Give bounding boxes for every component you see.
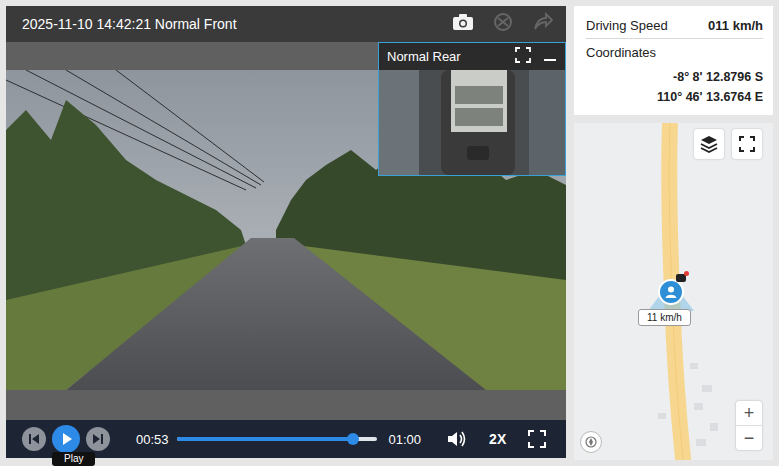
- play-button[interactable]: [52, 425, 80, 453]
- speed-label: Driving Speed: [586, 18, 668, 33]
- video-player: 2025-11-10 14:42:21 Normal Front Normal R…: [6, 6, 566, 460]
- minimize-icon[interactable]: [543, 47, 557, 66]
- latitude: -8° 8' 12.8796 S: [586, 67, 763, 87]
- rear-title: Normal Rear: [387, 49, 515, 64]
- camera-badge-icon: [676, 274, 686, 282]
- seek-thumb[interactable]: [347, 433, 359, 445]
- playback-controls: 00:5301:002XPlay: [6, 420, 566, 458]
- seek-fill: [177, 437, 353, 441]
- map-view[interactable]: 11 km/h +−: [574, 123, 773, 460]
- total-time: 01:00: [389, 432, 422, 447]
- volume-icon[interactable]: [447, 430, 467, 448]
- zoom-out-button[interactable]: −: [736, 425, 762, 450]
- map-fullscreen-icon[interactable]: [732, 129, 762, 159]
- coordinates-label: Coordinates: [586, 39, 763, 63]
- compass-icon[interactable]: [580, 431, 602, 453]
- playback-rate-button[interactable]: 2X: [489, 431, 506, 447]
- play-tooltip: Play: [52, 452, 95, 466]
- page: 2025-11-10 14:42:21 Normal Front Normal R…: [0, 0, 779, 466]
- expand-icon[interactable]: [515, 47, 531, 66]
- rear-video: [379, 70, 565, 179]
- player-title: 2025-11-10 14:42:21 Normal Front: [22, 16, 452, 32]
- layers-icon[interactable]: [694, 129, 724, 159]
- toolbar: [452, 12, 554, 36]
- camera-icon[interactable]: [452, 13, 474, 35]
- next-button[interactable]: [86, 427, 110, 451]
- rear-header: Normal Rear: [379, 43, 565, 70]
- player-header: 2025-11-10 14:42:21 Normal Front: [6, 6, 566, 42]
- video-stage: Normal Rear: [6, 42, 566, 420]
- seek-bar[interactable]: [177, 437, 377, 441]
- vehicle-marker-icon[interactable]: [658, 279, 684, 305]
- longitude: 110° 46' 13.6764 E: [586, 87, 763, 107]
- previous-button[interactable]: [22, 427, 46, 451]
- marker-label: 11 km/h: [638, 309, 691, 326]
- rear-video-panel: Normal Rear: [378, 42, 566, 176]
- zoom-control: +−: [736, 401, 762, 450]
- event-icon: [492, 12, 514, 36]
- side-panel: Driving Speed 011 km/h Coordinates -8° 8' 1…: [574, 6, 773, 460]
- zoom-in-button[interactable]: +: [736, 401, 762, 425]
- share-icon: [532, 12, 554, 36]
- current-time: 00:53: [136, 432, 169, 447]
- info-card: Driving Speed 011 km/h Coordinates -8° 8' 1…: [574, 6, 773, 115]
- fullscreen-icon[interactable]: [528, 430, 546, 448]
- rear-actions: [515, 47, 557, 66]
- speed-row: Driving Speed 011 km/h: [586, 12, 763, 39]
- speed-value: 011 km/h: [708, 18, 763, 33]
